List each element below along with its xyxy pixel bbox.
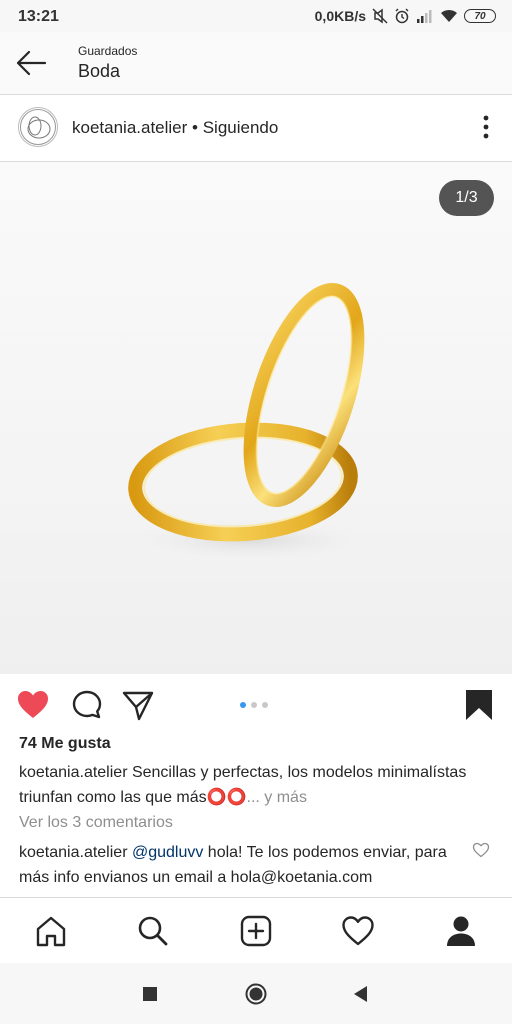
view-comments-link[interactable]: Ver los 3 comentarios	[19, 814, 173, 832]
new-post-icon[interactable]	[239, 914, 273, 948]
recents-icon[interactable]	[139, 983, 161, 1005]
post-username[interactable]: koetania.atelier • Siguiendo	[72, 118, 278, 138]
more-options-icon[interactable]	[482, 113, 490, 141]
battery-level: 70	[474, 10, 486, 22]
battery-icon: 70	[464, 9, 496, 23]
carousel-dot	[251, 702, 257, 708]
signal-icon	[417, 10, 432, 23]
carousel-indicator	[240, 702, 268, 708]
bottom-tab-bar	[0, 897, 512, 964]
caption-more-link[interactable]: ... y más	[247, 789, 307, 806]
profile-icon[interactable]	[444, 914, 478, 948]
status-bar: 13:21 0,0KB/s 70	[0, 0, 512, 32]
username-text[interactable]: koetania.atelier	[72, 118, 187, 137]
home-icon[interactable]	[34, 914, 68, 948]
like-count[interactable]: 74 Me gusta	[19, 735, 111, 753]
avatar[interactable]	[18, 107, 58, 147]
carousel-dot	[262, 702, 268, 708]
system-nav-bar	[0, 963, 512, 1024]
status-icons: 0,0KB/s 70	[315, 6, 496, 26]
network-speed: 0,0KB/s	[314, 8, 366, 24]
post-actions	[0, 680, 512, 730]
header-title: Boda	[78, 61, 121, 81]
status-time: 13:21	[18, 8, 59, 25]
saved-bookmark-icon[interactable]	[462, 688, 496, 722]
comment-mention[interactable]: @gudluvv	[132, 844, 203, 861]
app-header: Guardados Boda	[0, 32, 512, 95]
image-counter: 1/3	[439, 180, 494, 216]
post-caption: koetania.atelier Sencillas y perfectas, …	[19, 760, 489, 810]
header-subtitle: Guardados	[78, 44, 138, 58]
home-nav-icon[interactable]	[245, 983, 267, 1005]
activity-icon[interactable]	[341, 914, 375, 948]
wifi-icon	[441, 9, 457, 22]
gold-rings-illustration	[120, 283, 380, 562]
caption-username[interactable]: koetania.atelier	[19, 764, 128, 781]
post-header: koetania.atelier • Siguiendo	[0, 95, 512, 162]
comment-item: koetania.atelier @gudluvv hola! Te los p…	[19, 840, 459, 890]
comment-icon[interactable]	[70, 688, 104, 722]
follow-status[interactable]: • Siguiendo	[192, 118, 278, 137]
comment-like-icon[interactable]	[472, 842, 490, 858]
mute-icon	[372, 8, 388, 24]
like-heart-icon[interactable]	[16, 688, 50, 722]
back-nav-icon[interactable]	[350, 983, 372, 1005]
carousel-dot	[240, 702, 246, 708]
share-icon[interactable]	[121, 688, 155, 722]
comment-username[interactable]: koetania.atelier	[19, 844, 128, 861]
search-icon[interactable]	[136, 914, 170, 948]
back-arrow-icon[interactable]	[14, 48, 48, 78]
post-image[interactable]: 1/3	[0, 162, 512, 674]
alarm-icon	[395, 8, 409, 24]
